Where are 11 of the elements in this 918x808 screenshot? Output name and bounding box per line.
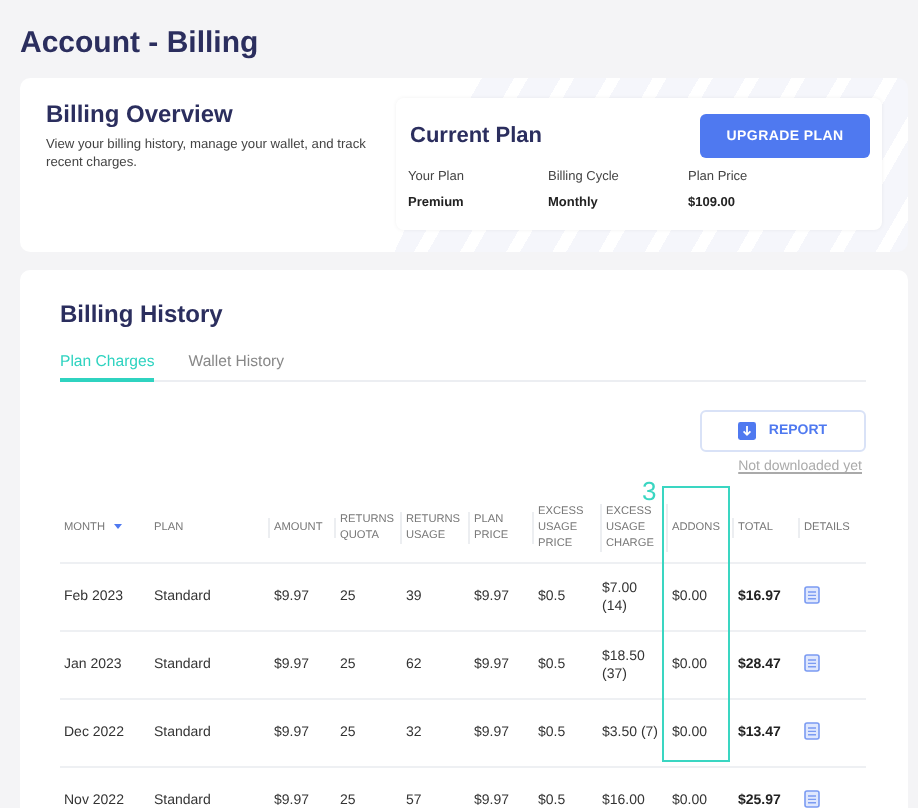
panel-title: Current Plan: [408, 124, 543, 148]
section-title: Billing Overview: [46, 100, 235, 128]
document-icon[interactable]: [804, 585, 820, 603]
document-icon[interactable]: [804, 789, 820, 807]
document-icon[interactable]: [804, 721, 820, 739]
download-icon: [738, 422, 757, 440]
section-title: Billing History: [60, 300, 225, 330]
sort-down-icon[interactable]: [113, 523, 122, 529]
callout-number: 3: [642, 478, 657, 504]
document-icon[interactable]: [804, 653, 820, 671]
page-title: Account - Billing: [20, 24, 261, 62]
